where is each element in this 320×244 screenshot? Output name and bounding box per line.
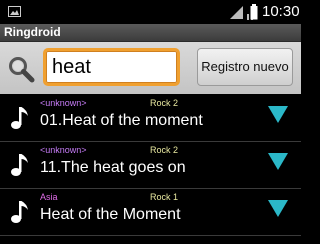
list-item[interactable]: <unknown> Rock 2 11.The heat goes on xyxy=(0,142,301,188)
music-note-icon xyxy=(11,107,28,129)
app-title: Ringdroid xyxy=(4,25,61,39)
search-input[interactable]: heat xyxy=(43,48,180,86)
triangle-down-icon[interactable] xyxy=(268,153,288,170)
wifi-icon xyxy=(230,6,243,19)
album-label: Rock 2 xyxy=(150,145,179,155)
artist-label: <unknown> xyxy=(40,98,87,108)
action-bar: Ringdroid xyxy=(0,24,301,42)
search-icon[interactable] xyxy=(7,55,35,83)
album-label: Rock 1 xyxy=(150,192,179,202)
divider xyxy=(0,235,301,236)
image-icon xyxy=(8,6,21,17)
battery-icon xyxy=(250,4,258,20)
triangle-down-icon[interactable] xyxy=(268,106,288,123)
music-note-icon xyxy=(11,154,28,176)
artist-label: Asia xyxy=(40,192,58,202)
new-record-button[interactable]: Registro nuevo xyxy=(197,48,293,86)
list-item[interactable]: Asia Rock 1 Heat of the Moment xyxy=(0,189,301,235)
artist-label: <unknown> xyxy=(40,145,87,155)
song-title: 11.The heat goes on xyxy=(40,159,186,176)
search-bar: heat Registro nuevo xyxy=(0,42,301,94)
song-title: 01.Heat of the moment xyxy=(40,112,203,129)
song-title: Heat of the Moment xyxy=(40,206,181,223)
music-note-icon xyxy=(11,201,28,223)
clock-time: 10:30 xyxy=(262,3,300,20)
list-item[interactable]: <unknown> Rock 2 01.Heat of the moment xyxy=(0,95,301,141)
album-label: Rock 2 xyxy=(150,98,179,108)
search-input-value: heat xyxy=(52,56,91,78)
status-bar: 10:30 xyxy=(0,0,301,24)
triangle-down-icon[interactable] xyxy=(268,200,288,217)
